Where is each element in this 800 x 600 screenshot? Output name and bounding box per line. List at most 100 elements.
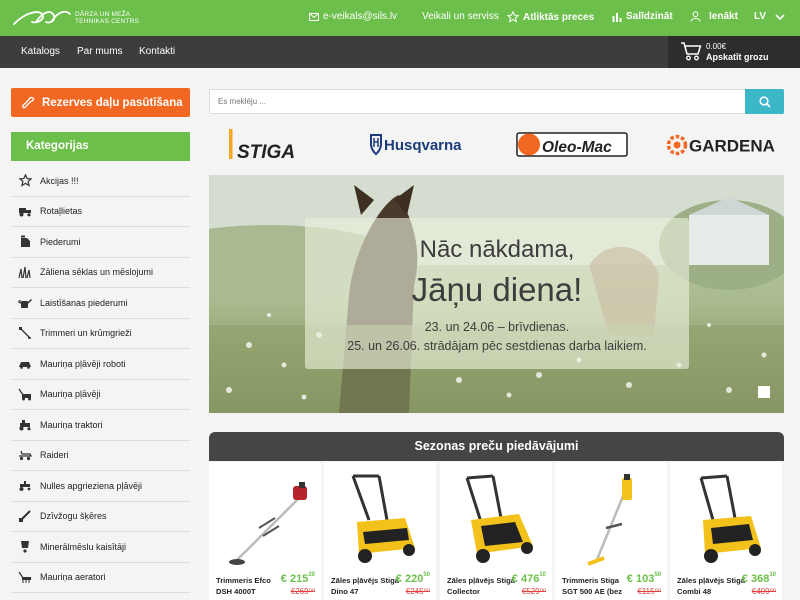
cart-button[interactable]: 0.00€ Apskatīt grozu xyxy=(668,36,800,68)
product-old-price: €245⁰⁰ xyxy=(405,587,430,596)
product-card[interactable]: Trimmeris Stiga SGT 500 AE (bez € 10350 … xyxy=(555,462,667,600)
lawn-mower-icon xyxy=(18,387,32,401)
brand-stiga[interactable]: STIGA xyxy=(229,128,315,162)
product-card[interactable]: Zāles pļāvējs Stiga Combi 48 € 36810 €40… xyxy=(670,462,782,600)
banner-line-3: 23. un 24.06 – brīvdienas. xyxy=(424,320,570,334)
category-item-traktori[interactable]: Mauriņa traktori xyxy=(11,410,190,441)
category-item-plaveji-roboti[interactable]: Mauriņa pļāvēji roboti xyxy=(11,349,190,380)
category-label: Mauriņa pļāvēji xyxy=(40,389,101,400)
search-icon xyxy=(758,95,771,108)
product-name: Trimmeris Efco DSH 4000T xyxy=(216,576,271,596)
bar-chart-icon xyxy=(612,12,622,22)
price-cents: 10 xyxy=(539,572,546,578)
product-card[interactable]: Zāles pļāvējs Stiga Collector € 47610 €5… xyxy=(440,462,552,600)
category-label: Minerālmēslu kaisītāji xyxy=(40,541,127,552)
rider-icon xyxy=(18,448,32,462)
category-list: Akcijas !!! Rotaļlietas Piederumi Zālien… xyxy=(11,166,190,593)
search-bar xyxy=(209,89,784,114)
category-item-nulles-apgr[interactable]: Nulles apgrieziena pļāvēji xyxy=(11,471,190,502)
compare-link[interactable]: Salīdzināt xyxy=(612,11,673,22)
mower-image xyxy=(670,468,782,572)
price-cents: 50 xyxy=(423,572,430,578)
nav-par-mums[interactable]: Par mums xyxy=(77,46,123,57)
brand-stiga-text: STIGA xyxy=(237,142,295,161)
husqvarna-logo-icon: Husqvarna xyxy=(370,134,462,156)
brand-oleo-mac[interactable]: Oleo-Mac xyxy=(516,128,628,162)
product-card[interactable]: Zāles pļāvējs Stiga Dino 47 € 22050 €245… xyxy=(324,462,436,600)
banner-line-4: 25. un 26.06. strādājam pēc sestdienas d… xyxy=(347,339,647,353)
price-cents: 50 xyxy=(654,572,661,578)
login-link[interactable]: Ienākt xyxy=(690,11,738,22)
category-label: Rotaļlietas xyxy=(40,206,83,217)
product-price: € 21520 xyxy=(280,572,315,585)
slider-indicator[interactable] xyxy=(758,386,770,398)
stores-link[interactable]: Veikali un serviss xyxy=(422,11,499,22)
trimmer-image xyxy=(209,468,321,572)
product-price: € 10350 xyxy=(626,572,661,585)
toy-tractor-icon xyxy=(18,204,32,218)
search-button[interactable] xyxy=(745,89,784,114)
hero-banner[interactable]: Nāc nākdama, Jāņu diena! 23. un 24.06 – … xyxy=(209,175,784,413)
category-item-zaliena-seklas[interactable]: Zāliena sēklas un mēslojumi xyxy=(11,258,190,288)
language-selector[interactable]: LV xyxy=(754,11,785,22)
parts-order-label: Rezerves daļu pasūtīšana xyxy=(42,96,183,109)
brand-husqvarna-text: Husqvarna xyxy=(384,137,462,154)
category-item-piederumi[interactable]: Piederumi xyxy=(11,227,190,258)
brand-gardena[interactable]: GARDENA xyxy=(666,128,778,162)
email-text: e-veikals@sils.lv xyxy=(323,11,398,22)
brand-husqvarna[interactable]: Husqvarna xyxy=(368,128,474,162)
product-name: Zāles pļāvējs Stiga Combi 48 xyxy=(677,576,745,596)
nav-katalogs[interactable]: Katalogs xyxy=(21,46,60,57)
category-item-laistisanas[interactable]: Laistīšanas piederumi xyxy=(11,288,190,319)
category-item-trimmeri[interactable]: Trimmeri un krūmgrieži xyxy=(11,319,190,349)
category-item-dzivzogu[interactable]: Dzīvžogu šķēres xyxy=(11,502,190,532)
compare-text: Salīdzināt xyxy=(626,11,673,22)
stores-text: Veikali un serviss xyxy=(422,11,499,22)
wrench-icon xyxy=(22,96,35,108)
price-euros: € 215 xyxy=(280,573,309,585)
trimmer-icon xyxy=(18,326,32,340)
user-icon xyxy=(690,11,701,22)
aerator-icon xyxy=(18,570,32,584)
price-cents: 20 xyxy=(308,572,315,578)
category-item-mineralmeslu[interactable]: Minerālmēslu kaisītāji xyxy=(11,532,190,563)
brand-gardena-text: GARDENA xyxy=(689,137,775,156)
oleo-mac-logo-icon: Oleo-Mac xyxy=(516,132,628,157)
robot-mower-icon xyxy=(18,357,32,371)
product-price: € 22050 xyxy=(396,572,430,585)
category-label: Nulles apgrieziena pļāvēji xyxy=(40,480,143,491)
product-price: € 47610 xyxy=(512,572,546,585)
price-cents: 10 xyxy=(769,572,776,578)
category-item-aeratori[interactable]: Mauriņa aeratori xyxy=(11,563,190,593)
product-price: € 36810 xyxy=(742,572,776,585)
category-item-akcijas[interactable]: Akcijas !!! xyxy=(11,166,190,197)
product-card[interactable]: Trimmeris Efco DSH 4000T € 21520 €269⁰⁰ xyxy=(209,462,321,600)
category-label: Laistīšanas piederumi xyxy=(40,297,128,308)
cart-icon xyxy=(681,42,702,61)
category-item-plaveji[interactable]: Mauriņa pļāvēji xyxy=(11,380,190,410)
category-label: Raideri xyxy=(40,450,69,461)
price-euros: € 103 xyxy=(626,573,655,585)
product-carousel: Trimmeris Efco DSH 4000T € 21520 €269⁰⁰ … xyxy=(209,462,784,600)
product-name: Trimmeris Stiga SGT 500 AE (bez xyxy=(562,576,623,596)
category-item-rotallietas[interactable]: Rotaļlietas xyxy=(11,197,190,227)
logo-line-2: tehnikas centrs xyxy=(75,18,140,25)
lawn-tractor-icon xyxy=(18,418,32,432)
banner-line-1: Nāc nākdama, xyxy=(419,236,575,263)
search-input[interactable] xyxy=(210,90,745,113)
category-label: Piederumi xyxy=(40,236,81,247)
watering-can-icon xyxy=(18,296,32,310)
star-outline-icon xyxy=(507,11,519,23)
nav-kontakti[interactable]: Kontakti xyxy=(139,46,175,57)
spreader-icon xyxy=(18,540,32,554)
category-item-raideri[interactable]: Raideri xyxy=(11,441,190,471)
category-label: Akcijas !!! xyxy=(40,175,79,186)
chevron-down-icon xyxy=(775,13,785,20)
parts-order-button[interactable]: Rezerves daļu pasūtīšana xyxy=(11,88,190,117)
email-link[interactable]: e-veikals@sils.lv xyxy=(309,11,397,22)
wishlist-link[interactable]: Atliktās preces xyxy=(507,11,594,23)
logo[interactable]: Dārza un meža tehnikas centrs xyxy=(12,5,139,31)
category-label: Mauriņa traktori xyxy=(40,419,103,430)
product-name: Zāles pļāvējs Stiga Dino 47 xyxy=(331,576,399,596)
category-label: Zāliena sēklas un mēslojumi xyxy=(40,267,154,278)
